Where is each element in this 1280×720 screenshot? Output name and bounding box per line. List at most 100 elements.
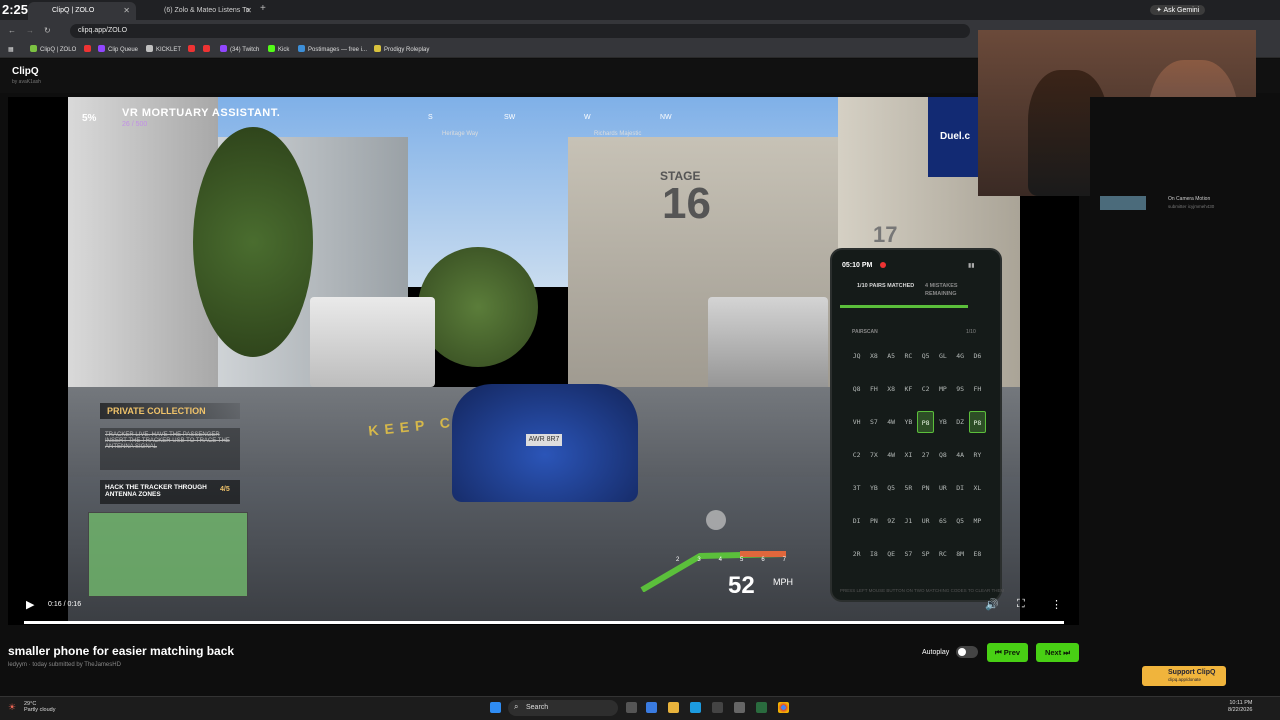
pairscan-cell[interactable]: XL: [969, 477, 986, 499]
pairscan-cell[interactable]: 5R: [900, 477, 917, 499]
apps-icon[interactable]: ▦: [8, 44, 14, 56]
bookmark-clipq[interactable]: ClipQ | ZOLO: [30, 44, 76, 56]
pairscan-cell[interactable]: PN: [917, 477, 934, 499]
pairscan-cell[interactable]: 7X: [865, 444, 882, 466]
pairscan-cell[interactable]: KF: [900, 378, 917, 400]
edge-icon[interactable]: [690, 702, 701, 713]
pairscan-cell[interactable]: 3T: [848, 477, 865, 499]
file-explorer-icon[interactable]: [668, 702, 679, 713]
pairscan-cell[interactable]: 2R: [848, 543, 865, 565]
pairscan-cell[interactable]: Q5: [883, 477, 900, 499]
tray-clock[interactable]: 10:11 PM 8/22/2026: [1228, 700, 1252, 714]
app-icon[interactable]: [756, 702, 767, 713]
pairscan-cell[interactable]: Q8: [848, 378, 865, 400]
url-field[interactable]: clipq.app/ZOLO: [70, 24, 970, 38]
pairscan-cell[interactable]: 6S: [934, 510, 951, 532]
play-button[interactable]: ▶: [26, 598, 40, 612]
pairscan-cell[interactable]: 8M: [952, 543, 969, 565]
pairscan-cell[interactable]: 9S: [952, 378, 969, 400]
close-icon[interactable]: ✕: [245, 2, 252, 20]
pairscan-cell[interactable]: YB: [900, 411, 917, 433]
pairscan-cell[interactable]: A5: [883, 345, 900, 367]
pairscan-cell[interactable]: I8: [865, 543, 882, 565]
pairscan-cell[interactable]: GL: [934, 345, 951, 367]
pairscan-cell[interactable]: RC: [934, 543, 951, 565]
app-brand[interactable]: ClipQ: [12, 66, 39, 77]
pairscan-cell[interactable]: VH: [848, 411, 865, 433]
pairscan-cell[interactable]: UR: [934, 477, 951, 499]
prev-button[interactable]: ⏮ Prev: [987, 643, 1028, 662]
pairscan-cell[interactable]: S7: [865, 411, 882, 433]
weather-widget[interactable]: 29°C Partly cloudy: [24, 701, 56, 713]
chrome-icon[interactable]: [778, 702, 789, 713]
pairscan-cell[interactable]: X8: [865, 345, 882, 367]
pairscan-cell[interactable]: SP: [917, 543, 934, 565]
bookmark-prodigy[interactable]: Prodigy Roleplay: [374, 44, 429, 56]
bookmark-youtube-2[interactable]: [188, 44, 198, 56]
tab-youtube[interactable]: (6) Zolo & Mateo Listens To Pe ✕: [140, 2, 258, 32]
pairscan-cell[interactable]: RY: [969, 444, 986, 466]
store-icon[interactable]: [712, 702, 723, 713]
pairscan-cell[interactable]: 4A: [952, 444, 969, 466]
bookmark-clip-queue[interactable]: Clip Queue: [98, 44, 138, 56]
pairscan-cell[interactable]: 4W: [883, 444, 900, 466]
forward-icon[interactable]: →: [26, 26, 34, 35]
pairscan-cell[interactable]: PN: [865, 510, 882, 532]
taskbar-search[interactable]: Search: [508, 700, 618, 716]
tab-clipq[interactable]: ClipQ | ZOLO ✕: [28, 2, 136, 20]
bookmark-youtube[interactable]: [84, 44, 94, 56]
pairscan-cell[interactable]: D6: [969, 345, 986, 367]
task-view-icon[interactable]: [626, 702, 637, 713]
bookmark-twitch[interactable]: (34) Twitch: [220, 44, 259, 56]
pairscan-cell[interactable]: RC: [900, 345, 917, 367]
pairscan-cell[interactable]: P8: [968, 411, 986, 433]
pairscan-cell[interactable]: FH: [969, 378, 986, 400]
pairscan-cell[interactable]: 9Z: [883, 510, 900, 532]
pairscan-cell[interactable]: 4W: [883, 411, 900, 433]
queue-thumbnail[interactable]: [1100, 196, 1146, 210]
pairscan-cell[interactable]: C2: [848, 444, 865, 466]
pairscan-cell[interactable]: 27: [917, 444, 934, 466]
copilot-icon[interactable]: [646, 702, 657, 713]
bookmark-kicklet[interactable]: KICKLET: [146, 44, 181, 56]
pairscan-cell[interactable]: 4G: [952, 345, 969, 367]
pairscan-cell[interactable]: Q5: [917, 345, 934, 367]
back-icon[interactable]: ←: [8, 26, 16, 35]
pairscan-cell[interactable]: Q5: [952, 510, 969, 532]
pairscan-cell[interactable]: Q8: [934, 444, 951, 466]
windows-start-icon[interactable]: [490, 702, 501, 713]
pairscan-cell[interactable]: E8: [969, 543, 986, 565]
capcut-icon[interactable]: [734, 702, 745, 713]
reload-icon[interactable]: ↻: [44, 26, 51, 35]
new-tab-button[interactable]: +: [260, 3, 266, 14]
more-options-icon[interactable]: ⋮: [1051, 598, 1062, 611]
pairscan-cell[interactable]: UR: [917, 510, 934, 532]
pairscan-cell[interactable]: S7: [900, 543, 917, 565]
pairscan-cell[interactable]: FH: [865, 378, 882, 400]
bookmark-postimages[interactable]: Postimages — free i...: [298, 44, 367, 56]
volume-icon[interactable]: 🔊: [985, 598, 999, 611]
pairscan-cell[interactable]: XI: [900, 444, 917, 466]
pairscan-cell[interactable]: P8: [917, 411, 935, 433]
pairscan-cell[interactable]: YB: [934, 411, 951, 433]
pairscan-cell[interactable]: MP: [969, 510, 986, 532]
pairscan-cell[interactable]: YB: [865, 477, 882, 499]
pairscan-cell[interactable]: X8: [883, 378, 900, 400]
pairscan-cell[interactable]: JQ: [848, 345, 865, 367]
pairscan-cell[interactable]: C2: [917, 378, 934, 400]
support-button[interactable]: Support ClipQ clipq.app/donate: [1142, 666, 1226, 686]
video-scrubber[interactable]: [24, 621, 1064, 624]
queue-item-title[interactable]: On Camera Motion: [1168, 196, 1210, 202]
autoplay-toggle[interactable]: [956, 646, 978, 658]
pairscan-cell[interactable]: DZ: [952, 411, 969, 433]
bookmark-kick[interactable]: Kick: [268, 44, 289, 56]
ask-gemini-button[interactable]: ✦ Ask Gemini: [1150, 5, 1206, 15]
pairscan-cell[interactable]: MP: [934, 378, 951, 400]
close-icon[interactable]: ✕: [123, 2, 130, 20]
pairscan-cell[interactable]: DI: [952, 477, 969, 499]
pairscan-cell[interactable]: QE: [883, 543, 900, 565]
pairscan-cell[interactable]: DI: [848, 510, 865, 532]
pairscan-cell[interactable]: J1: [900, 510, 917, 532]
next-button[interactable]: Next ⏭: [1036, 643, 1079, 662]
fullscreen-icon[interactable]: ⛶: [1017, 598, 1025, 611]
